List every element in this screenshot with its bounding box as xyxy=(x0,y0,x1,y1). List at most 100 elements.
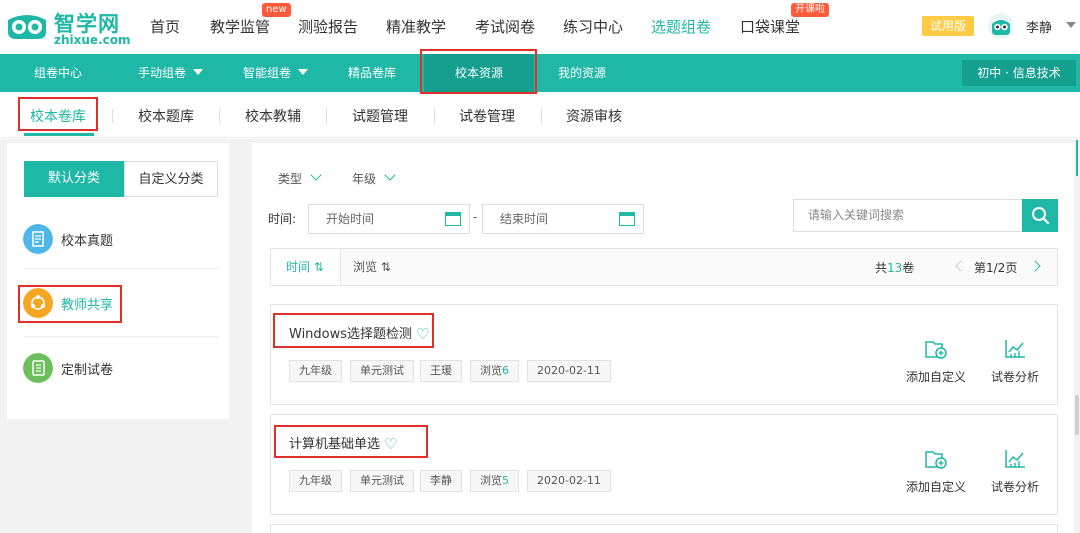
folder-add-icon xyxy=(925,341,947,359)
scroll-indicator xyxy=(1076,140,1078,176)
subnav-label: 我的资源 xyxy=(558,66,607,80)
end-date-placeholder: 结束时间 xyxy=(500,212,549,226)
end-date-input[interactable]: 结束时间 xyxy=(482,204,644,234)
top-navbar: 智学网 zhixue.com 首页 教学监管 new 测验报告 精准教学 考试阅… xyxy=(0,0,1080,54)
date-badge: 2020-02-11 xyxy=(527,470,611,492)
default-category-button[interactable]: 默认分类 xyxy=(24,161,124,197)
subnav-paper-center[interactable]: 组卷中心 xyxy=(34,54,82,92)
category-school-exams[interactable]: 校本真题 xyxy=(23,224,223,256)
divider xyxy=(434,109,435,123)
paper-analysis-button[interactable]: 试卷分析 xyxy=(980,448,1050,495)
sort-by-time[interactable]: 时间 ⇅ xyxy=(271,249,341,285)
custom-category-button[interactable]: 自定义分类 xyxy=(124,161,218,197)
resource-tabs: 校本卷库 校本题库 校本教辅 试题管理 试卷管理 资源审核 xyxy=(0,92,1080,138)
active-tab-indicator xyxy=(24,133,94,136)
paper-title-text: Windows选择题检测 xyxy=(289,327,413,342)
document-icon xyxy=(23,224,53,254)
heart-icon[interactable]: ♡ xyxy=(384,435,397,453)
calendar-icon[interactable] xyxy=(445,212,461,226)
nav-exam-marking[interactable]: 考试阅卷 xyxy=(475,16,535,37)
subnav-label: 精品卷库 xyxy=(348,66,397,80)
owl-logo-icon xyxy=(8,15,46,39)
sort-by-views[interactable]: 浏览 ⇅ xyxy=(353,249,391,285)
search-input[interactable]: 请输入关键词搜索 xyxy=(793,199,1023,232)
chevron-right-icon[interactable] xyxy=(1029,260,1041,272)
subnav-manual-compose[interactable]: 手动组卷 xyxy=(138,54,204,92)
sort-bar: 时间 ⇅ 浏览 ⇅ 共13卷 第1/2页 xyxy=(270,248,1058,286)
paper-title-text: 计算机基础单选 xyxy=(289,437,381,452)
sort-label: 浏览 xyxy=(353,260,378,274)
add-custom-button[interactable]: 添加自定义 xyxy=(901,338,971,385)
logo[interactable]: 智学网 zhixue.com xyxy=(6,8,130,48)
subnav-premium-library[interactable]: 精品卷库 xyxy=(348,54,396,92)
divider xyxy=(23,336,219,337)
divider xyxy=(541,109,542,123)
views-count: 5 xyxy=(502,474,509,487)
add-custom-button[interactable]: 添加自定义 xyxy=(901,448,971,495)
scrollbar[interactable] xyxy=(1075,395,1079,435)
total-suffix: 卷 xyxy=(902,261,915,275)
paper-title[interactable]: 计算机基础单选 ♡ xyxy=(289,433,397,453)
grade-filter-label: 年级 xyxy=(352,172,377,186)
tab-school-supplements[interactable]: 校本教辅 xyxy=(245,106,301,126)
nav-test-report[interactable]: 测验报告 xyxy=(298,16,358,37)
calendar-icon[interactable] xyxy=(619,212,635,226)
tab-question-management[interactable]: 试题管理 xyxy=(352,106,408,126)
nav-question-paper[interactable]: 选题组卷 xyxy=(651,16,711,37)
tab-paper-management[interactable]: 试卷管理 xyxy=(459,106,515,126)
category-custom-papers[interactable]: 定制试卷 xyxy=(23,353,223,385)
category-panel: 默认分类 自定义分类 校本真题 教师共享 定制试卷 xyxy=(7,143,229,419)
divider xyxy=(326,109,327,123)
nav-precision-teaching[interactable]: 精准教学 xyxy=(386,16,446,37)
caret-down-icon xyxy=(193,69,204,75)
nav-teaching-supervision[interactable]: 教学监管 xyxy=(210,16,270,37)
divider xyxy=(23,268,219,269)
sort-icon: ⇅ xyxy=(380,260,391,274)
subnav-smart-compose[interactable]: 智能组卷 xyxy=(243,54,309,92)
nav-home[interactable]: 首页 xyxy=(150,16,180,37)
grade-filter[interactable]: 年级 xyxy=(352,169,396,187)
time-label: 时间: xyxy=(268,212,297,226)
username[interactable]: 李静 xyxy=(1026,17,1052,36)
subnav-school-resources[interactable]: 校本资源 xyxy=(424,54,534,92)
subnav-label: 组卷中心 xyxy=(34,66,83,80)
chart-icon xyxy=(1005,340,1025,358)
type-filter[interactable]: 类型 xyxy=(278,169,322,187)
tab-school-questions[interactable]: 校本题库 xyxy=(138,106,194,126)
heart-icon[interactable]: ♡ xyxy=(416,325,429,343)
total-prefix: 共 xyxy=(875,261,888,275)
paper-analysis-button[interactable]: 试卷分析 xyxy=(980,338,1050,385)
subnav-label: 手动组卷 xyxy=(138,66,187,80)
divider xyxy=(219,109,220,123)
category-label: 校本真题 xyxy=(61,234,114,249)
sort-icon: ⇅ xyxy=(313,260,324,274)
subnav-label: 智能组卷 xyxy=(243,66,292,80)
subnav-my-resources[interactable]: 我的资源 xyxy=(558,54,606,92)
chart-icon xyxy=(1005,450,1025,468)
nav-pocket-class[interactable]: 口袋课堂 xyxy=(740,16,800,37)
category-label: 定制试卷 xyxy=(61,363,114,378)
share-icon xyxy=(23,288,53,318)
views-badge: 浏览5 xyxy=(470,470,519,492)
type-badge: 单元测试 xyxy=(350,360,414,382)
chevron-left-icon[interactable] xyxy=(955,260,967,272)
type-badge: 单元测试 xyxy=(350,470,414,492)
tab-resource-review[interactable]: 资源审核 xyxy=(566,106,622,126)
category-teacher-shared[interactable]: 教师共享 xyxy=(23,288,223,320)
start-date-input[interactable]: 开始时间 xyxy=(308,204,470,234)
total-count: 共13卷 xyxy=(875,259,914,276)
caret-down-icon xyxy=(298,69,309,75)
paper-card xyxy=(270,524,1058,533)
paper-analysis-label: 试卷分析 xyxy=(990,480,1039,494)
search-icon xyxy=(1032,207,1050,225)
chevron-down-icon[interactable] xyxy=(1066,22,1076,28)
avatar[interactable] xyxy=(988,13,1014,39)
subject-selector[interactable]: 初中 · 信息技术 xyxy=(962,60,1076,86)
add-custom-label: 添加自定义 xyxy=(905,480,966,494)
search-button[interactable] xyxy=(1022,199,1058,232)
grade-badge: 九年级 xyxy=(289,360,342,382)
tab-school-papers[interactable]: 校本卷库 xyxy=(30,106,86,126)
paper-title[interactable]: Windows选择题检测 ♡ xyxy=(289,323,429,343)
date-range-separator: - xyxy=(473,210,478,224)
nav-practice-center[interactable]: 练习中心 xyxy=(563,16,623,37)
